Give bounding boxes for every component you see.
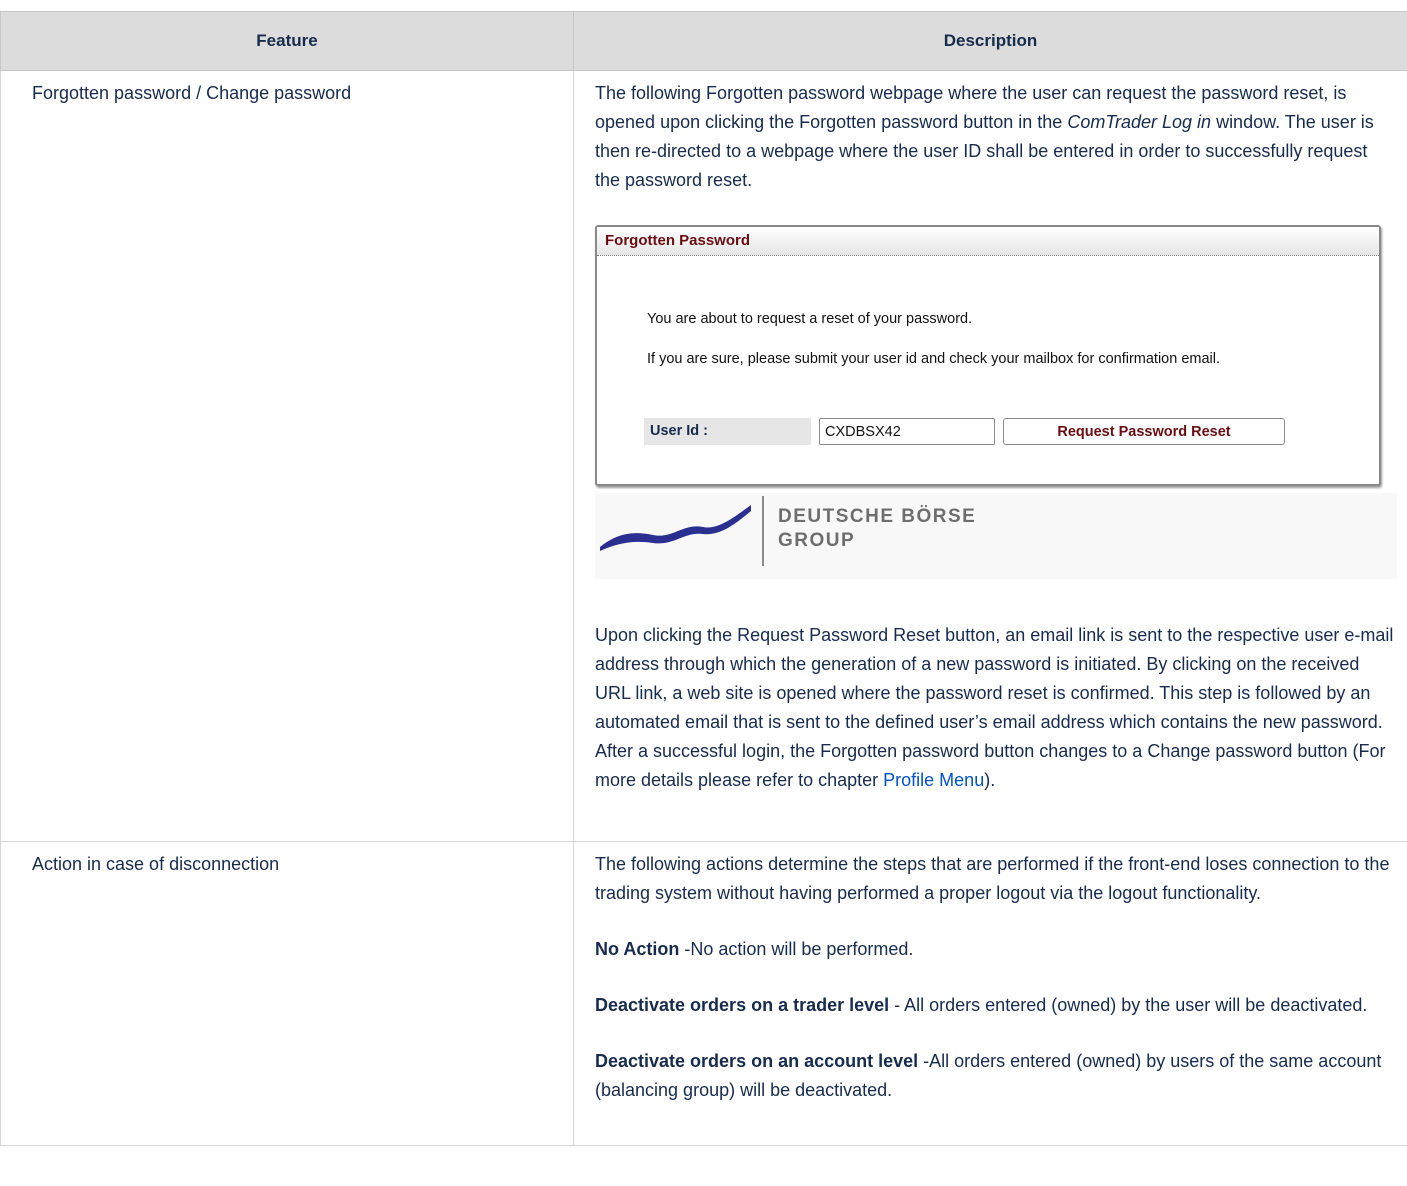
dialog-title: Forgotten Password bbox=[597, 227, 1379, 256]
header-feature: Feature bbox=[0, 11, 574, 71]
dialog-line-2: If you are sure, please submit your user… bbox=[647, 351, 1221, 367]
user-id-label: User Id : bbox=[644, 418, 811, 445]
after-link-text: ). bbox=[984, 770, 996, 790]
profile-menu-link[interactable]: Profile Menu bbox=[883, 770, 984, 790]
disconnect-intro: The following actions determine the step… bbox=[595, 854, 1390, 903]
description-cell: The following actions determine the step… bbox=[573, 841, 1407, 1146]
table-row: Action in case of disconnection The foll… bbox=[0, 841, 1407, 1146]
header-description: Description bbox=[573, 11, 1407, 71]
dialog-line-1: You are about to request a reset of your… bbox=[647, 311, 973, 327]
option-no-action: No Action -No action will be performed. bbox=[595, 935, 1397, 964]
after-text: Upon clicking the Request Password Reset… bbox=[595, 625, 1394, 790]
user-id-input[interactable] bbox=[819, 418, 995, 445]
forgotten-password-screenshot: Forgotten Password You are about to requ… bbox=[595, 225, 1381, 486]
option-text: - All orders entered (owned) by the user… bbox=[889, 995, 1368, 1015]
intro-italic-text: ComTrader Log in bbox=[1067, 112, 1212, 132]
description-cell: The following Forgotten password webpage… bbox=[573, 70, 1407, 842]
request-password-reset-button[interactable]: Request Password Reset bbox=[1003, 418, 1285, 445]
wave-logo-icon bbox=[600, 505, 751, 551]
intro-paragraph: The following Forgotten password webpage… bbox=[595, 79, 1397, 195]
logo-line-2: GROUP bbox=[778, 530, 856, 551]
deutsche-boerse-logo: DEUTSCHE BÖRSE GROUP bbox=[595, 493, 1397, 579]
option-text: -No action will be performed. bbox=[679, 939, 914, 959]
logo-divider bbox=[762, 496, 764, 566]
feature-cell: Action in case of disconnection bbox=[0, 841, 574, 1146]
page: Feature Description Forgotten password /… bbox=[0, 0, 1407, 1146]
user-id-row: User Id : Request Password Reset bbox=[597, 418, 1379, 445]
logo-line-1: DEUTSCHE BÖRSE bbox=[778, 506, 977, 527]
option-trader-level: Deactivate orders on a trader level - Al… bbox=[595, 991, 1397, 1020]
option-title: No Action bbox=[595, 939, 680, 959]
feature-table: Feature Description Forgotten password /… bbox=[0, 11, 1407, 1146]
option-title: Deactivate orders on an account level bbox=[595, 1051, 919, 1071]
table-row: Forgotten password / Change password The… bbox=[0, 70, 1407, 842]
feature-cell: Forgotten password / Change password bbox=[0, 70, 574, 842]
option-account-level: Deactivate orders on an account level -A… bbox=[595, 1047, 1397, 1105]
option-title: Deactivate orders on a trader level bbox=[595, 995, 890, 1015]
table-header-row: Feature Description bbox=[0, 11, 1407, 71]
logo-brand-text: DEUTSCHE BÖRSE GROUP bbox=[778, 505, 976, 553]
after-paragraph: Upon clicking the Request Password Reset… bbox=[595, 621, 1397, 795]
